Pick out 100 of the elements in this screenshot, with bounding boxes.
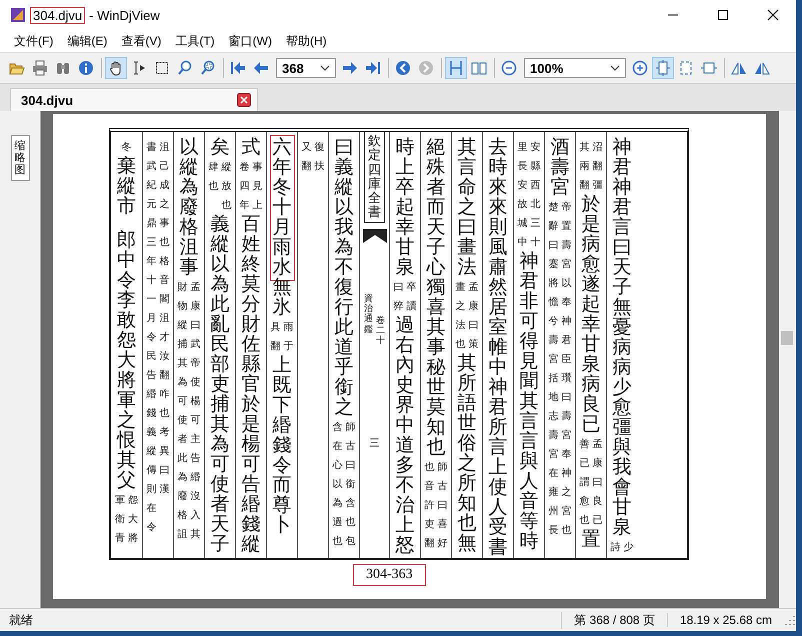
- column-text: 以縱為廢格沮事: [180, 138, 198, 278]
- annotation-text: 其兩翻: [580, 140, 590, 193]
- book-title: 欽定四庫全書: [364, 132, 385, 223]
- back-icon[interactable]: [395, 60, 411, 76]
- zoom-out-icon[interactable]: [501, 60, 517, 76]
- column-text: 時上卒起幸甘泉: [396, 138, 414, 278]
- column-text: 六年冬十月雨水: [272, 138, 292, 278]
- annotation-text: 師古曰銜含也包: [346, 421, 356, 549]
- annotation-text: 孟康曰武帝使楊可主告緡沒入其: [190, 281, 200, 542]
- info-icon[interactable]: [78, 60, 94, 76]
- column-text: 酒壽宮: [550, 138, 570, 198]
- single-page-icon[interactable]: [448, 60, 464, 76]
- column-text: 曰義縱以我為不復行此道乎銜之: [334, 138, 354, 418]
- column-text: 神君神君言曰天子無憂病病少愈彊與我會甘泉: [612, 138, 632, 538]
- menu-item[interactable]: 查看(V): [114, 32, 168, 50]
- page-number-label: 304-363: [353, 564, 426, 586]
- leaf-number: 三: [370, 436, 380, 450]
- annotation-text: 善已謂愈也: [580, 438, 590, 528]
- magnifier-rectangle-icon[interactable]: [200, 60, 216, 76]
- column-text: 上既下緡錢令而尊卜: [272, 356, 292, 536]
- annotation-text: 師古曰喜好: [438, 461, 448, 551]
- annotation-text: 怨大將: [128, 494, 138, 546]
- menu-item[interactable]: 帮助(H): [278, 32, 334, 50]
- maximize-icon[interactable]: [715, 7, 731, 23]
- annotation-text: 冬: [122, 141, 132, 155]
- document-tab[interactable]: 304.djvu: [10, 88, 258, 111]
- annotation-text: 事見上: [252, 160, 262, 213]
- menu-item[interactable]: 编辑(E): [60, 32, 114, 50]
- column-text: 過右內史界中道多不治上怒: [396, 316, 414, 556]
- column-text: 其所語世俗之所知也無: [458, 354, 476, 554]
- annotation-text: 沼翻彊: [592, 141, 602, 193]
- menu-item[interactable]: 文件(F): [7, 32, 60, 50]
- annotation-text: 帝置壽宮以奉神君臣瓚曰壽宮奉神之宮也: [562, 200, 572, 538]
- column-text: 神君非可得見聞其言言與人音等時: [520, 252, 538, 552]
- annotation-text: 縱放也: [222, 161, 232, 213]
- column-text: 置: [582, 530, 600, 550]
- column-text: 百姓終莫分財佐縣官於是楊可告緡錢縱: [242, 215, 260, 555]
- column-text: 郎中令李敢怨大將軍之恨其父: [117, 231, 136, 491]
- annotation-text: 孟康曰策: [468, 281, 478, 352]
- column-text: 無氷: [272, 278, 292, 318]
- column-text: 矣: [210, 138, 230, 158]
- annotation-text: 具翻: [270, 321, 280, 354]
- column-text: 絕殊者而天子心獨喜其事秘世莫知也: [426, 138, 446, 458]
- annotation-text: 財物縱捕其為可使者此為廢格詛: [178, 280, 188, 542]
- book-name: 資治通鑑: [364, 292, 373, 336]
- menu-item[interactable]: 工具(T): [168, 32, 222, 50]
- column-text: 於是病愈遂起幸甘泉病良已: [582, 195, 600, 435]
- status-message: 就绪: [9, 612, 33, 628]
- annotation-text: 里長安故城中: [518, 141, 528, 250]
- open-book-icon[interactable]: [471, 60, 487, 76]
- annotation-text: 楚辭曰蹇將憺兮壽宮括地志壽宮在雍州長: [548, 200, 558, 538]
- magnifier-icon[interactable]: [177, 60, 193, 76]
- last-page-icon[interactable]: [365, 60, 381, 76]
- fit-page-icon[interactable]: [655, 60, 671, 76]
- zoom-field[interactable]: 100%: [524, 58, 626, 78]
- annotation-text: 雨于: [284, 321, 294, 354]
- resize-grip-icon: [784, 614, 796, 626]
- annotation-text: 卷四年: [240, 161, 250, 213]
- volume-number: 卷二十: [376, 314, 385, 346]
- column-text: 去時來來則風肅然居室帷中神君所言上使人受書: [488, 138, 508, 558]
- app-icon: [10, 7, 26, 23]
- printer-icon[interactable]: [32, 60, 48, 76]
- actual-size-icon[interactable]: [701, 60, 717, 76]
- next-page-icon[interactable]: [342, 60, 358, 76]
- annotation-text: 孟康曰良已: [592, 438, 602, 528]
- thumbnails-tab[interactable]: 缩略图: [10, 135, 30, 182]
- zoom-in-icon[interactable]: [632, 60, 648, 76]
- annotation-text: 軍衛青: [115, 494, 125, 546]
- annotation-text: 安縣西北三十: [530, 140, 540, 250]
- binoculars-icon[interactable]: [55, 60, 71, 76]
- page-count: 第 368 / 808 页: [561, 612, 667, 628]
- app-name: - WinDjView: [89, 8, 160, 22]
- column-text: 義縱以為此亂民部吏捕其為可使者天子: [210, 215, 230, 555]
- close-icon[interactable]: [237, 93, 251, 107]
- annotation-text: 含在心以為過也: [332, 420, 342, 549]
- dashed-rectangle-icon[interactable]: [154, 60, 170, 76]
- column-text: 棄縱市: [117, 157, 136, 217]
- text-cursor-icon[interactable]: [131, 60, 147, 76]
- annotation-text: 也音許吏翻: [424, 460, 434, 551]
- annotation-text: 又翻: [302, 141, 312, 174]
- fishtail-mark-icon: [362, 228, 386, 243]
- close-icon[interactable]: [765, 7, 781, 23]
- annotation-text: 畫之法也: [456, 280, 466, 352]
- annotation-text: 曰猝: [394, 281, 404, 314]
- column-text: 式: [242, 138, 260, 158]
- annotation-text: 沮己成之事也格音閣沮才汝翻咋也考異曰漢: [160, 141, 170, 497]
- annotation-text: 少: [624, 540, 634, 555]
- window-title: 304.djvu: [30, 6, 86, 24]
- annotation-text: 復扶: [314, 141, 324, 174]
- page-size: 18.19 x 25.68 cm: [666, 613, 784, 627]
- annotation-text: 詩: [610, 540, 620, 555]
- page-number-field[interactable]: 368: [276, 58, 336, 78]
- first-page-icon[interactable]: [230, 60, 246, 76]
- previous-page-icon[interactable]: [253, 60, 269, 76]
- annotation-text: 卒讀: [406, 280, 416, 314]
- annotation-text: 書武紀元鼎三年十一月令民告緡錢義縱傳則在令: [146, 140, 156, 535]
- column-text: 其言命之曰畫法: [458, 138, 476, 278]
- fit-width-icon[interactable]: [678, 60, 694, 76]
- menu-item[interactable]: 窗口(W): [222, 32, 279, 50]
- annotation-text: 肆也: [208, 160, 218, 194]
